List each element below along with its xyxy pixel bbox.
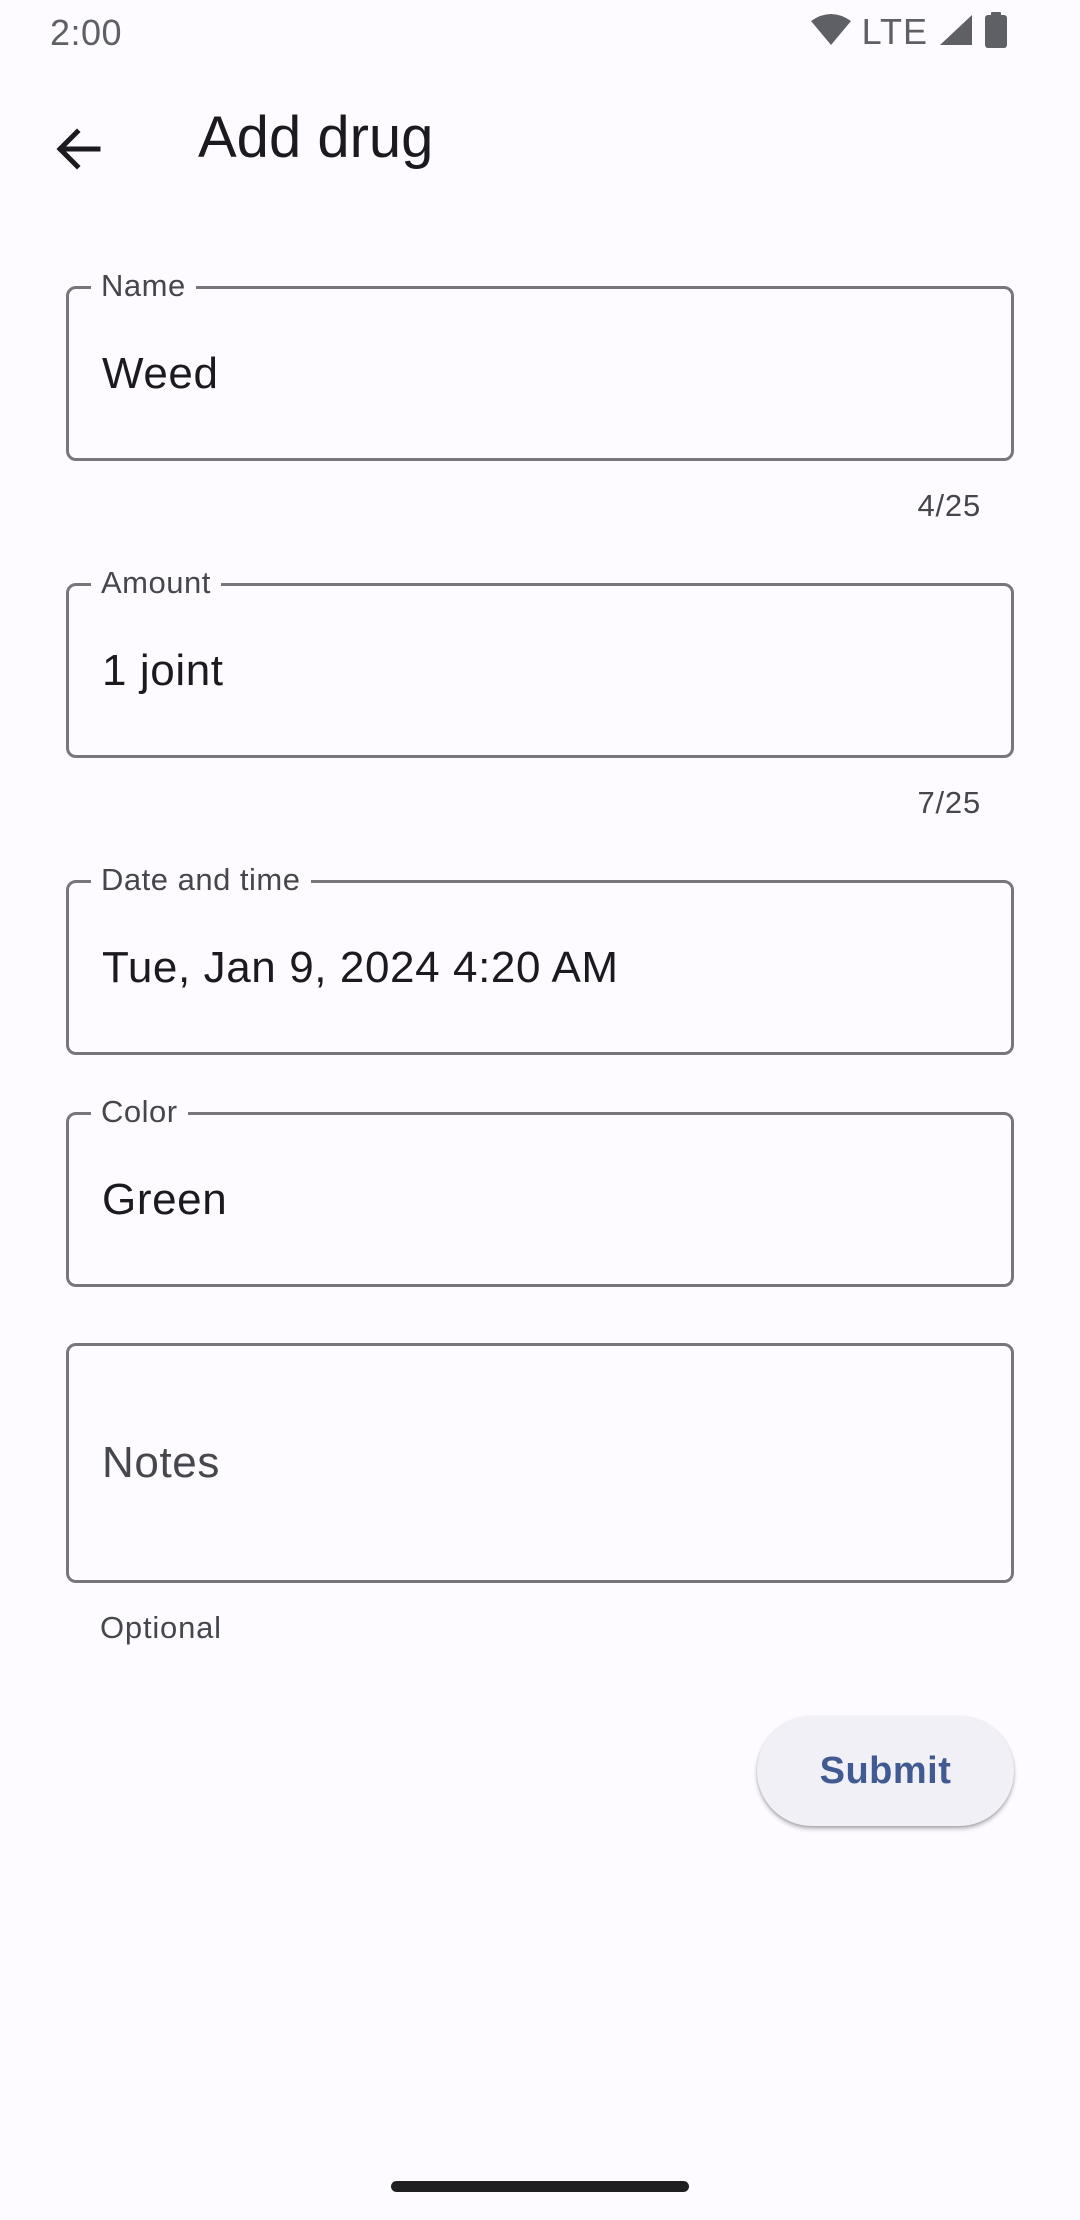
arrow-back-icon	[53, 124, 103, 179]
top-app-bar: Add drug	[0, 66, 1080, 216]
status-time: 2:00	[50, 12, 123, 53]
datetime-field-value: Tue, Jan 9, 2024 4:20 AM	[102, 942, 619, 992]
network-type: LTE	[861, 11, 928, 52]
amount-char-counter: 7/25	[917, 785, 981, 820]
cell-signal-icon	[938, 13, 974, 52]
datetime-field[interactable]: Date and time Tue, Jan 9, 2024 4:20 AM	[66, 861, 1014, 1055]
page-title: Add drug	[198, 105, 434, 170]
gesture-navigation-bar[interactable]	[391, 2181, 689, 2192]
status-icons: LTE	[810, 11, 1008, 53]
name-char-counter: 4/25	[917, 488, 981, 523]
amount-field-value: 1 joint	[102, 645, 224, 695]
name-field-value: Weed	[102, 348, 219, 398]
color-field-value: Green	[102, 1174, 228, 1224]
color-field[interactable]: Color Green	[66, 1093, 1014, 1287]
submit-button[interactable]: Submit	[757, 1716, 1014, 1826]
notes-helper-text: Optional	[100, 1610, 222, 1645]
battery-icon	[984, 11, 1008, 53]
amount-field[interactable]: Amount 1 joint	[66, 564, 1014, 758]
name-field[interactable]: Name Weed	[66, 267, 1014, 461]
notes-field[interactable]: Notes	[66, 1343, 1014, 1583]
status-bar: 2:00 LTE	[0, 0, 1080, 66]
notes-field-placeholder: Notes	[102, 1438, 220, 1487]
wifi-icon	[810, 13, 852, 52]
back-button[interactable]	[30, 103, 126, 199]
